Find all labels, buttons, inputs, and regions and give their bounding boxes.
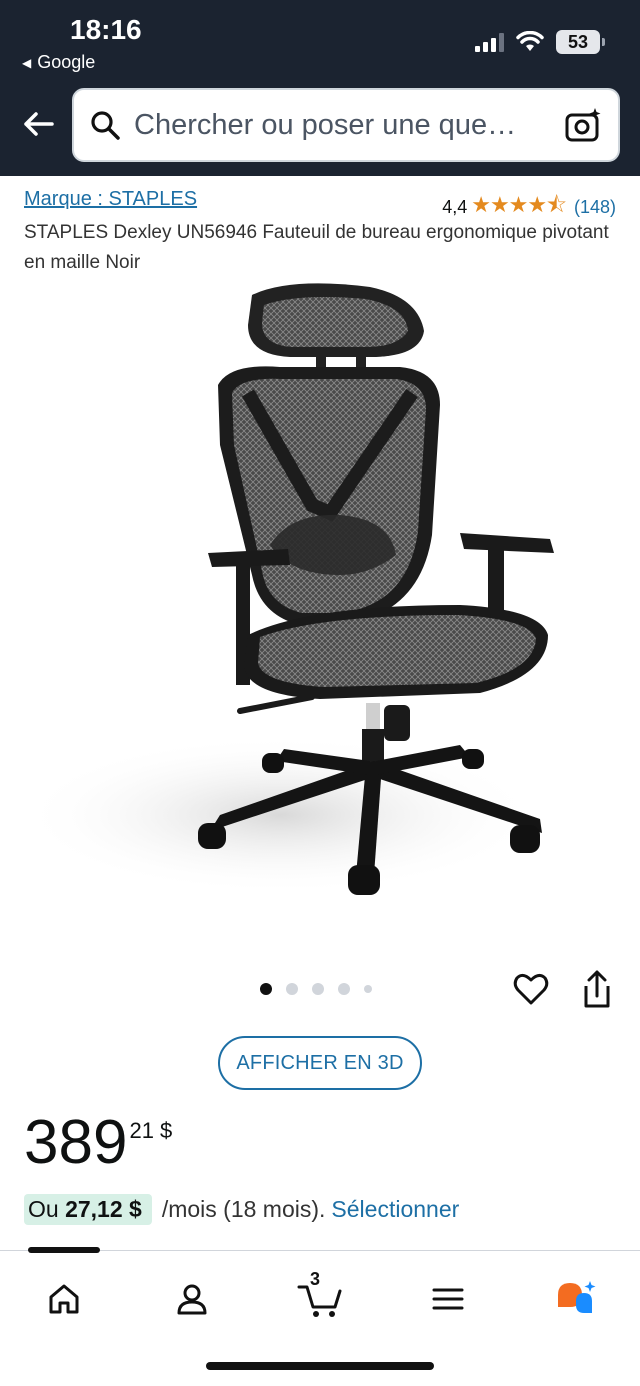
carousel-indicator[interactable] [260, 983, 372, 995]
home-icon [49, 1284, 79, 1314]
back-triangle-icon: ◀ [22, 55, 32, 70]
search-input[interactable]: Chercher ou poser une que… [134, 109, 552, 142]
nav-account[interactable] [160, 1271, 224, 1327]
carousel-dot[interactable] [364, 985, 372, 993]
back-app-label: Google [37, 52, 96, 72]
app-header: 18:16 ◀ Google 53 Chercher ou poser une … [0, 0, 640, 176]
cellular-signal-icon [475, 32, 504, 52]
installment-select-link[interactable]: Sélectionner [331, 1196, 459, 1223]
carousel-dot[interactable] [312, 983, 324, 995]
rating-score: 4,4 [442, 196, 468, 217]
rufus-assistant-icon [558, 1281, 596, 1313]
status-time: 18:16 [70, 14, 142, 45]
camera-search-icon[interactable] [564, 106, 602, 144]
installment-amount: 27,12 $ [65, 1196, 142, 1222]
cart-count-badge: 3 [310, 1269, 321, 1289]
installment-offer: Ou 27,12 $ /mois (18 mois). Sélectionner [24, 1194, 459, 1225]
review-count[interactable]: (148) [574, 197, 616, 218]
product-image[interactable] [40, 275, 600, 925]
installment-terms: /mois (18 mois). [161, 1196, 326, 1222]
status-icons: 53 [475, 30, 605, 54]
price-whole: 389 [24, 1108, 128, 1177]
nav-menu[interactable] [416, 1271, 480, 1327]
battery-indicator: 53 [556, 30, 605, 54]
share-icon[interactable] [578, 968, 616, 1010]
user-icon [177, 1284, 207, 1315]
menu-icon [432, 1288, 464, 1310]
carousel-dot[interactable] [260, 983, 272, 995]
nav-cart[interactable]: 3 [288, 1269, 352, 1327]
wishlist-heart-icon[interactable] [512, 970, 550, 1008]
nav-active-indicator [28, 1247, 100, 1253]
product-title: STAPLES Dexley UN56946 Fauteuil de burea… [24, 222, 609, 273]
view-3d-button[interactable]: AFFICHER EN 3D [218, 1036, 422, 1090]
nav-home[interactable] [32, 1271, 96, 1327]
installment-badge: Ou 27,12 $ [24, 1194, 152, 1225]
brand-link[interactable]: Marque : STAPLES [24, 188, 197, 211]
price-cents: 21 $ [129, 1118, 173, 1143]
carousel-dot[interactable] [286, 983, 298, 995]
wifi-icon [516, 31, 544, 51]
back-to-google-link[interactable]: ◀ Google [22, 52, 95, 73]
price: 389 21 $ [24, 1108, 172, 1178]
search-bar[interactable]: Chercher ou poser une que… [72, 88, 620, 162]
carousel-dot[interactable] [338, 983, 350, 995]
home-indicator [206, 1362, 434, 1370]
nav-rufus[interactable] [544, 1271, 608, 1327]
back-arrow-icon[interactable] [18, 104, 58, 144]
search-icon [91, 111, 120, 140]
